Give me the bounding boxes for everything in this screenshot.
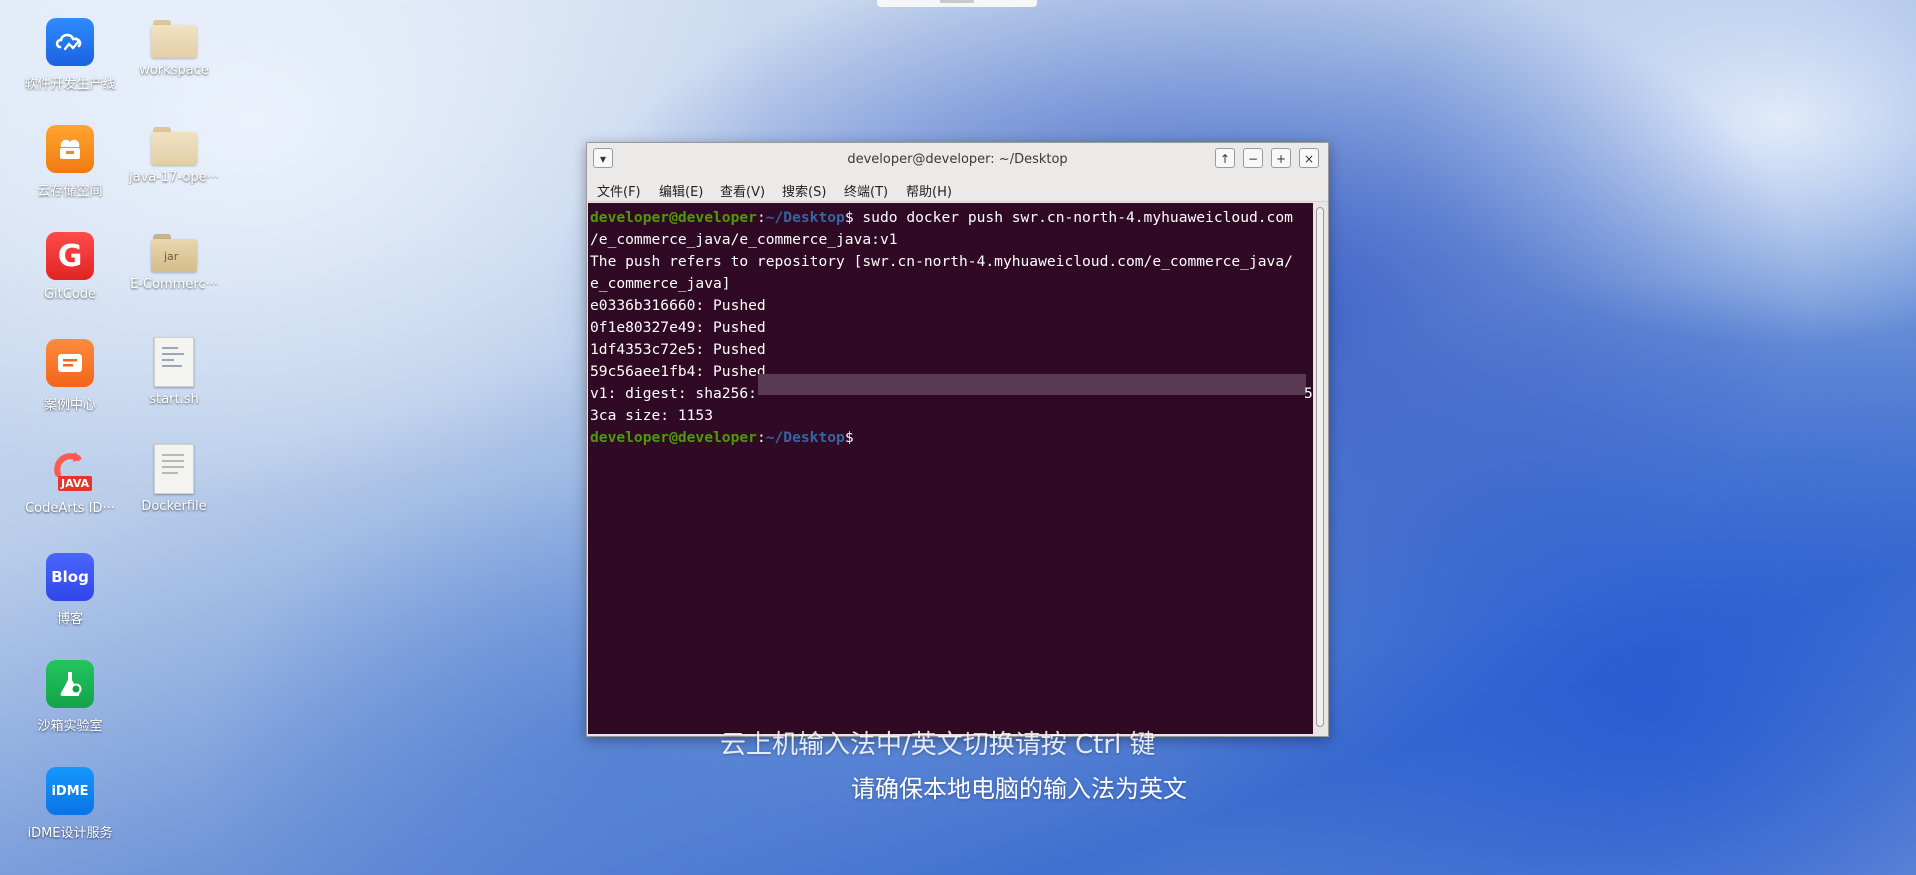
cloud-storage-icon bbox=[46, 125, 94, 173]
ime-hint-line1: 云上机输入法中/英文切换请按 Ctrl 键 bbox=[720, 730, 1156, 760]
menu-terminal[interactable]: 终端(T) bbox=[844, 181, 888, 200]
idme-glyph: iDME bbox=[51, 783, 89, 799]
terminal-line: 0f1e80327e49: Pushed bbox=[590, 319, 766, 336]
desktop-icon-label: start.sh bbox=[149, 392, 199, 407]
ime-hint-line2: 请确保本地电脑的输入法为英文 bbox=[851, 775, 1187, 803]
top-panel-handle[interactable] bbox=[877, 0, 1037, 7]
terminal-line: v1: digest: sha256: bbox=[590, 385, 757, 402]
java-ide-icon: JAVA bbox=[46, 446, 94, 494]
desktop-icon-label: GitCode bbox=[43, 287, 97, 302]
blog-icon: Blog bbox=[46, 553, 94, 601]
prompt-separator: : bbox=[756, 429, 766, 446]
desktop-icon-label: CodeArts ID··· bbox=[25, 501, 115, 516]
case-center-icon bbox=[46, 339, 94, 387]
desktop-icon-workspace[interactable]: workspace bbox=[122, 0, 226, 96]
prompt-dollar: $ bbox=[844, 429, 854, 446]
prompt-dollar: $ bbox=[844, 209, 854, 226]
terminal-line: The push refers to repository [swr.cn-no… bbox=[590, 253, 1293, 270]
terminal-titlebar[interactable]: ▾ developer@developer: ~/Desktop ↑ − + × bbox=[587, 143, 1328, 175]
desktop-icon-label: E-Commerc··· bbox=[130, 277, 218, 292]
terminal-line: 1df4353c72e5: Pushed bbox=[590, 341, 766, 358]
gitcode-glyph: G bbox=[57, 238, 83, 274]
cloud-devops-icon bbox=[46, 18, 94, 66]
scrollbar-thumb[interactable] bbox=[1316, 207, 1324, 727]
desktop-icon-label: 软件开发生产线 bbox=[24, 77, 116, 92]
desktop-icon-label: Dockerfile bbox=[141, 499, 207, 514]
panel-handle-mark bbox=[940, 0, 974, 3]
prompt-path: ~/Desktop bbox=[765, 429, 845, 446]
text-file-icon bbox=[154, 444, 194, 494]
desktop-icon-label: java-17-ope··· bbox=[128, 170, 219, 185]
maximize-button[interactable]: + bbox=[1271, 148, 1291, 168]
desktop-icon-codearts-ide[interactable]: JAVA CodeArts ID··· bbox=[18, 428, 122, 524]
menu-edit[interactable]: 编辑(E) bbox=[659, 181, 703, 200]
folder-icon bbox=[151, 20, 197, 58]
menu-file[interactable]: 文件(F) bbox=[597, 181, 641, 200]
desktop-icon-label: 博客 bbox=[56, 612, 83, 627]
terminal-line: e0336b316660: Pushed bbox=[590, 297, 766, 314]
desktop-icon-label: iDME设计服务 bbox=[27, 826, 113, 841]
desktop-icon-java17[interactable]: java-17-ope··· bbox=[122, 107, 226, 203]
terminal-output[interactable]: developer@developer:~/Desktop$ sudo dock… bbox=[588, 203, 1313, 734]
idme-icon: iDME bbox=[46, 767, 94, 815]
script-file-icon bbox=[154, 337, 194, 387]
jar-icon: jar bbox=[151, 234, 197, 272]
terminal-prompt-line: developer@developer:~/Desktop$ bbox=[590, 429, 854, 446]
gitcode-icon: G bbox=[46, 232, 94, 280]
command-text: sudo docker push swr.cn-north-4.myhuawei… bbox=[853, 209, 1293, 226]
desktop-icon-idme[interactable]: iDME iDME设计服务 bbox=[18, 749, 122, 845]
desktop-icon-blog[interactable]: Blog 博客 bbox=[18, 535, 122, 631]
terminal-line: e_commerce_java] bbox=[590, 275, 731, 292]
desktop-icon-label: 云存储空间 bbox=[37, 184, 103, 199]
terminal-line: 59c56aee1fb4: Pushed bbox=[590, 363, 766, 380]
desktop-icon-label: workspace bbox=[139, 63, 209, 78]
folder-icon bbox=[151, 127, 197, 165]
prompt-path: ~/Desktop bbox=[765, 209, 845, 226]
close-button[interactable]: × bbox=[1299, 148, 1319, 168]
desktop-icon-ecommerce-jar[interactable]: jar E-Commerc··· bbox=[122, 214, 226, 310]
desktop-icon-devcloud[interactable]: 软件开发生产线 bbox=[18, 0, 122, 96]
menu-view[interactable]: 查看(V) bbox=[720, 181, 765, 200]
jar-glyph: jar bbox=[164, 250, 179, 263]
minimize-button[interactable]: − bbox=[1243, 148, 1263, 168]
desktop-icon-label: 沙箱实验室 bbox=[37, 719, 103, 734]
sandbox-lab-icon bbox=[46, 660, 94, 708]
terminal-command-line: developer@developer:~/Desktop$ sudo dock… bbox=[590, 209, 1293, 226]
desktop-icon-gitcode[interactable]: G GitCode bbox=[18, 214, 122, 310]
desktop-icon-start-sh[interactable]: start.sh bbox=[122, 321, 226, 417]
prompt-separator: : bbox=[756, 209, 766, 226]
menu-search[interactable]: 搜索(S) bbox=[782, 181, 826, 200]
desktop-icon-label: 案例中心 bbox=[43, 398, 96, 413]
window-up-button[interactable]: ↑ bbox=[1215, 148, 1235, 168]
terminal-menubar: 文件(F) 编辑(E) 查看(V) 搜索(S) 终端(T) 帮助(H) bbox=[587, 175, 1328, 202]
java-badge: JAVA bbox=[58, 476, 93, 491]
desktop-icon-dockerfile[interactable]: Dockerfile bbox=[122, 428, 226, 524]
desktop-icon-cloud-storage[interactable]: 云存储空间 bbox=[18, 107, 122, 203]
terminal-line: 3ca size: 1153 bbox=[590, 407, 714, 424]
desktop-icon-case-center[interactable]: 案例中心 bbox=[18, 321, 122, 417]
prompt-user: developer@developer bbox=[590, 209, 757, 226]
terminal-window[interactable]: ▾ developer@developer: ~/Desktop ↑ − + ×… bbox=[586, 142, 1329, 737]
digest-tail: 5 bbox=[1304, 385, 1313, 402]
blog-glyph: Blog bbox=[51, 568, 89, 586]
terminal-line: /e_commerce_java/e_commerce_java:v1 bbox=[590, 231, 898, 248]
terminal-scrollbar[interactable] bbox=[1314, 203, 1327, 734]
desktop-icon-sandbox-lab[interactable]: 沙箱实验室 bbox=[18, 642, 122, 738]
menu-help[interactable]: 帮助(H) bbox=[906, 181, 952, 200]
redacted-digest bbox=[758, 374, 1306, 395]
prompt-user: developer@developer bbox=[590, 429, 757, 446]
